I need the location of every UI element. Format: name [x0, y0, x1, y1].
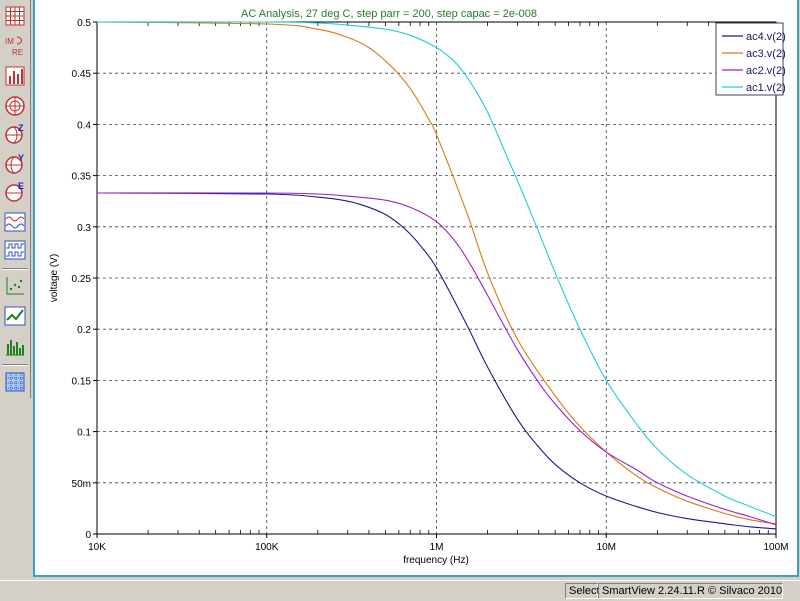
legend-label: ac2.v(2) [746, 65, 786, 77]
y-axis-label: voltage (V) [49, 254, 60, 302]
chart-legend: ac4.v(2) ac3.v(2) ac2.v(2) ac1.v(2) [715, 22, 786, 96]
digital-waveform-icon [4, 240, 26, 260]
line-plot-button[interactable] [3, 304, 27, 328]
line-plot-icon [4, 306, 26, 326]
smith-chart-z-icon: Z [5, 123, 24, 144]
grid-button[interactable] [3, 4, 27, 28]
smith-re-im-button[interactable]: IM RE [3, 34, 27, 58]
legend-label: ac4.v(2) [746, 31, 786, 43]
digital-waveform-button[interactable] [3, 238, 27, 262]
plot-window[interactable]: AC Analysis, 27 deg C, step parr = 200, … [33, 0, 799, 577]
smith-chart-e-icon: E [5, 181, 24, 202]
svg-text:E: E [18, 181, 24, 191]
grid-icon [5, 6, 25, 26]
svg-text:Z: Z [18, 123, 24, 133]
chart-title: AC Analysis, 27 deg C, step parr = 200, … [241, 8, 537, 20]
scatter-plot-button[interactable] [3, 274, 27, 298]
waveform-icon [4, 212, 26, 232]
histogram-button[interactable] [3, 334, 27, 358]
smith-chart-e-button[interactable]: E [3, 180, 27, 204]
histogram-icon [6, 340, 24, 356]
y-tick-label: 50m [72, 479, 91, 490]
x-tick-label: 1M [430, 542, 444, 553]
x-tick-label: 10K [88, 542, 106, 553]
legend-label: ac1.v(2) [746, 82, 786, 94]
x-tick-label: 100M [763, 542, 788, 553]
ac-analysis-chart[interactable]: AC Analysis, 27 deg C, step parr = 200, … [35, 0, 797, 575]
polar-plot-button[interactable] [3, 94, 27, 118]
status-mode: Select [565, 583, 600, 599]
y-tick-label: 0.45 [72, 69, 92, 80]
x-tick-label: 100K [255, 542, 279, 553]
y-tick-label: 0.35 [72, 172, 92, 183]
bar-chart-icon [5, 66, 25, 86]
smith-chart-z-button[interactable]: Z [3, 122, 27, 146]
polar-plot-icon [5, 96, 25, 116]
status-bar: Select SmartView 2.24.11.R © Silvaco 201… [0, 580, 800, 601]
y-tick-label: 0 [85, 530, 91, 541]
waveform-button[interactable] [3, 210, 27, 234]
svg-text:Y: Y [18, 153, 24, 163]
y-tick-label: 0.4 [77, 120, 91, 131]
y-tick-label: 0.2 [77, 325, 91, 336]
bar-chart-button[interactable] [3, 64, 27, 88]
y-tick-label: 0.5 [77, 18, 91, 29]
smith-chart-y-icon: Y [5, 153, 24, 174]
y-tick-label: 0.15 [72, 376, 92, 387]
x-axis-label: frequency (Hz) [403, 555, 469, 566]
svg-text:RE: RE [12, 48, 23, 57]
x-tick-label: 10M [597, 542, 616, 553]
y-tick-label: 0.3 [77, 223, 91, 234]
plot-type-toolbar: IM RE Z Y E [0, 0, 31, 398]
surface-plot-button[interactable] [3, 370, 27, 394]
smith-re-im-icon: IM RE [5, 36, 23, 57]
smith-chart-y-button[interactable]: Y [3, 152, 27, 176]
surface-plot-icon [5, 372, 25, 392]
y-tick-label: 0.25 [72, 274, 92, 285]
status-app-version: SmartView 2.24.11.R © Silvaco 2010 [598, 583, 783, 599]
svg-text:IM: IM [5, 37, 14, 46]
legend-label: ac3.v(2) [746, 48, 786, 60]
y-tick-label: 0.1 [77, 428, 91, 439]
scatter-plot-icon [6, 277, 24, 295]
